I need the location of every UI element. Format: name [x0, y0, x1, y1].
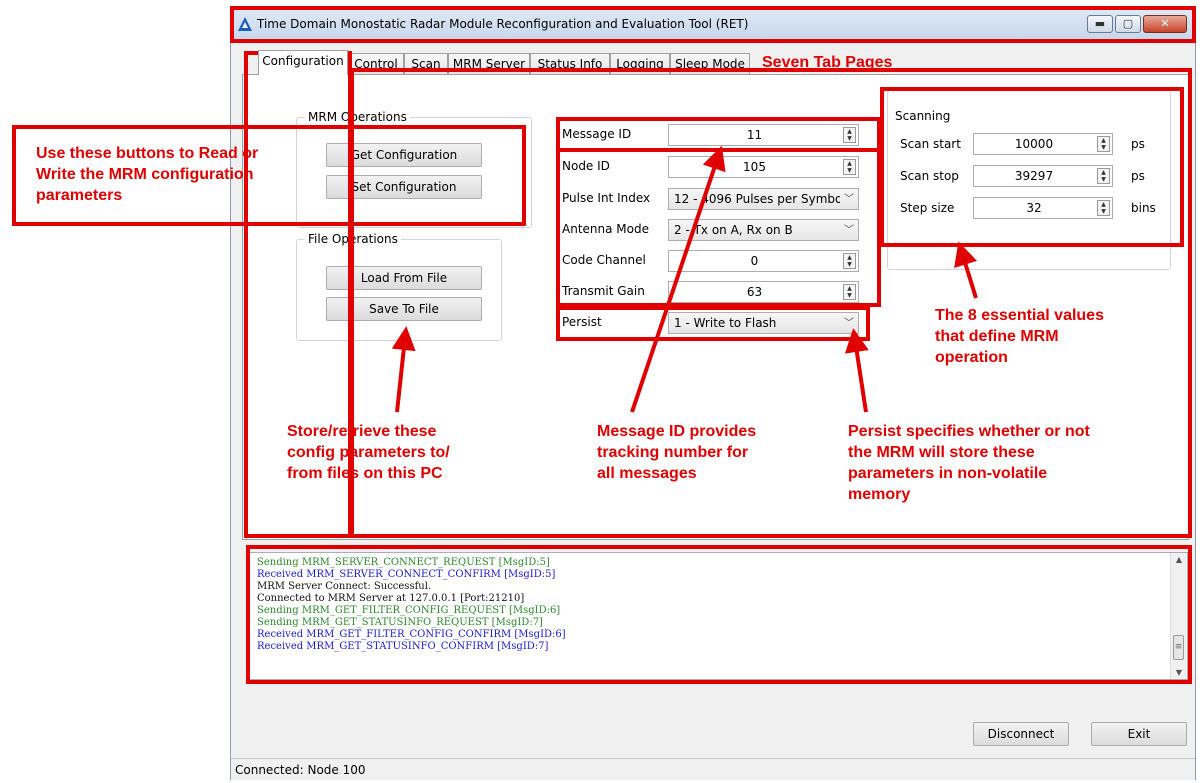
- message-id-value: 11: [746, 128, 763, 142]
- title-bar[interactable]: Time Domain Monostatic Radar Module Reco…: [231, 9, 1195, 41]
- chevron-down-icon: ﹀: [844, 225, 854, 236]
- app-logo-icon: [238, 17, 252, 31]
- pulse-int-index-value: 12 - 4096 Pulses per Symbol: [674, 192, 840, 206]
- scan-start-value: 10000: [1014, 137, 1054, 151]
- scroll-thumb[interactable]: ≡: [1173, 635, 1184, 660]
- load-from-file-button[interactable]: Load From File: [326, 266, 482, 290]
- mrm-operations-label: MRM Operations: [305, 110, 410, 124]
- buttons-note: Use these buttons to Read or Write the M…: [36, 145, 259, 204]
- step-size-field[interactable]: 32 ▲ ▼: [973, 197, 1113, 219]
- save-to-file-button[interactable]: Save To File: [326, 297, 482, 321]
- scan-start-field[interactable]: 10000 ▲ ▼: [973, 133, 1113, 155]
- node-id-label: Node ID: [562, 159, 610, 173]
- scan-start-unit: ps: [1131, 137, 1145, 151]
- log-line: Sending MRM_GET_STATUSINFO_REQUEST [MsgI…: [257, 617, 543, 628]
- pulse-int-index-label: Pulse Int Index: [562, 191, 651, 205]
- scan-stop-field[interactable]: 39297 ▲ ▼: [973, 165, 1113, 187]
- log-line: Sending MRM_GET_FILTER_CONFIG_REQUEST [M…: [257, 605, 561, 616]
- node-id-field[interactable]: 105 ▲ ▼: [668, 156, 859, 178]
- spinner-arrows-icon[interactable]: ▲ ▼: [1097, 200, 1110, 216]
- tab-status-info[interactable]: Status Info: [530, 53, 610, 74]
- close-icon: ✕: [1160, 17, 1170, 30]
- log-scrollbar[interactable]: ▲ ≡ ▼: [1170, 553, 1187, 679]
- minimize-button[interactable]: ▬: [1087, 15, 1113, 33]
- status-bar: Connected: Node 100: [231, 758, 1195, 780]
- log-line: Received MRM_SERVER_CONNECT_CONFIRM [Msg…: [257, 569, 556, 580]
- mrm-operations-group: [296, 117, 532, 228]
- chevron-down-icon: ﹀: [844, 318, 854, 329]
- antenna-mode-label: Antenna Mode: [562, 222, 649, 236]
- maximize-button[interactable]: ▢: [1115, 15, 1141, 33]
- spinner-arrows-icon[interactable]: ▲ ▼: [1097, 136, 1110, 152]
- message-log[interactable]: Sending MRM_SERVER_CONNECT_REQUEST [MsgI…: [249, 552, 1188, 680]
- log-line: Sending MRM_SERVER_CONNECT_REQUEST [MsgI…: [257, 557, 550, 568]
- scan-stop-unit: ps: [1131, 169, 1145, 183]
- transmit-gain-value: 63: [746, 285, 763, 299]
- tab-mrm-server[interactable]: MRM Server: [448, 53, 530, 74]
- file-operations-group: [296, 239, 502, 341]
- scroll-up-icon[interactable]: ▲: [1171, 555, 1187, 564]
- log-line: Received MRM_GET_STATUSINFO_CONFIRM [Msg…: [257, 641, 549, 652]
- step-size-unit: bins: [1131, 201, 1156, 215]
- node-id-value: 105: [743, 160, 766, 174]
- spinner-arrows-icon[interactable]: ▲ ▼: [1097, 168, 1110, 184]
- persist-note: Persist specifies whether or not the MRM…: [848, 423, 1090, 503]
- set-configuration-button[interactable]: Set Configuration: [326, 175, 482, 199]
- close-button[interactable]: ✕: [1143, 15, 1187, 33]
- scanning-label: Scanning: [892, 109, 954, 123]
- tab-scan[interactable]: Scan: [404, 53, 448, 74]
- transmit-gain-label: Transmit Gain: [562, 284, 645, 298]
- scroll-down-icon[interactable]: ▼: [1171, 668, 1187, 677]
- transmit-gain-field[interactable]: 63 ▲ ▼: [668, 281, 859, 303]
- code-channel-value: 0: [750, 254, 759, 268]
- tab-control[interactable]: Control: [348, 53, 404, 74]
- scan-start-label: Scan start: [900, 137, 961, 151]
- essential-values-note: The 8 essential values that define MRM o…: [935, 307, 1104, 366]
- antenna-mode-select[interactable]: 2 - Tx on A, Rx on B ﹀: [668, 219, 859, 241]
- minimize-icon: ▬: [1094, 17, 1106, 30]
- scan-stop-label: Scan stop: [900, 169, 959, 183]
- spinner-arrows-icon[interactable]: ▲ ▼: [843, 127, 856, 143]
- tab-sleep-mode[interactable]: Sleep Mode: [670, 53, 750, 74]
- message-id-label: Message ID: [562, 127, 632, 141]
- antenna-mode-value: 2 - Tx on A, Rx on B: [674, 223, 793, 237]
- window-title: Time Domain Monostatic Radar Module Reco…: [257, 17, 749, 31]
- log-line: Received MRM_GET_FILTER_CONFIG_CONFIRM […: [257, 629, 566, 640]
- persist-label: Persist: [562, 315, 602, 329]
- pulse-int-index-select[interactable]: 12 - 4096 Pulses per Symbol ﹀: [668, 188, 859, 210]
- persist-value: 1 - Write to Flash: [674, 316, 777, 330]
- spinner-arrows-icon[interactable]: ▲ ▼: [843, 284, 856, 300]
- spinner-arrows-icon[interactable]: ▲ ▼: [843, 159, 856, 175]
- message-id-note: Message ID provides tracking number for …: [597, 423, 757, 482]
- disconnect-button[interactable]: Disconnect: [973, 722, 1069, 746]
- scan-stop-value: 39297: [1014, 169, 1054, 183]
- persist-select[interactable]: 1 - Write to Flash ﹀: [668, 312, 859, 334]
- file-operations-label: File Operations: [305, 232, 401, 246]
- log-line: MRM Server Connect: Successful.: [257, 581, 432, 592]
- tab-logging[interactable]: Logging: [610, 53, 670, 74]
- tab-pages-note: Seven Tab Pages: [762, 54, 893, 71]
- spinner-arrows-icon[interactable]: ▲ ▼: [843, 253, 856, 269]
- message-id-field[interactable]: 11 ▲ ▼: [668, 124, 859, 146]
- maximize-icon: ▢: [1122, 17, 1134, 30]
- step-size-label: Step size: [900, 201, 955, 215]
- file-note: Store/retrieve these config parameters t…: [287, 423, 450, 482]
- get-configuration-button[interactable]: Get Configuration: [326, 143, 482, 167]
- code-channel-field[interactable]: 0 ▲ ▼: [668, 250, 859, 272]
- tab-configuration[interactable]: Configuration: [258, 50, 348, 75]
- status-text: Connected: Node 100: [235, 763, 366, 777]
- chevron-down-icon: ﹀: [844, 194, 854, 205]
- log-line: Connected to MRM Server at 127.0.0.1 [Po…: [257, 593, 525, 604]
- code-channel-label: Code Channel: [562, 253, 646, 267]
- step-size-value: 32: [1026, 201, 1042, 215]
- exit-button[interactable]: Exit: [1091, 722, 1187, 746]
